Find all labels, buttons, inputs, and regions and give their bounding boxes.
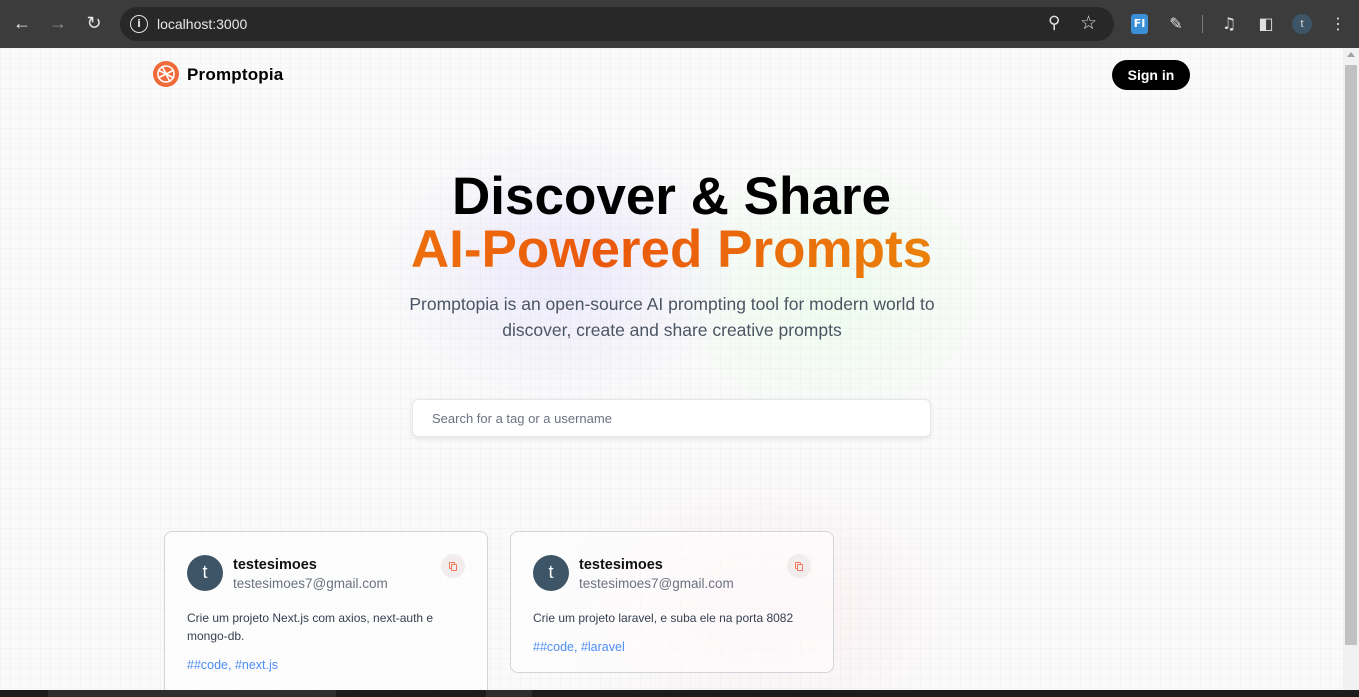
taskbar-item[interactable] <box>48 690 336 697</box>
card-username[interactable]: testesimoes <box>233 557 317 573</box>
scroll-thumb[interactable] <box>1345 65 1357 645</box>
copy-icon-front <box>451 564 457 571</box>
page-viewport: Promptopia Sign in Discover & Share AI-P… <box>0 48 1343 690</box>
hero-title-highlight: AI-Powered Prompts <box>0 221 1343 279</box>
scroll-up-arrow-icon[interactable] <box>1347 52 1355 57</box>
copy-button[interactable] <box>787 554 811 578</box>
os-taskbar <box>0 690 1359 697</box>
search-form <box>412 399 931 437</box>
media-icon[interactable]: ♫ <box>1219 14 1239 34</box>
info-icon[interactable]: i <box>130 15 148 33</box>
card-tags[interactable]: ##code, #next.js <box>187 658 278 672</box>
address-bar[interactable]: i localhost:3000 ⚲ ☆ <box>120 7 1114 41</box>
extension-fi-icon[interactable]: FI <box>1131 14 1148 34</box>
card-prompt-text: Crie um projeto laravel, e suba ele na p… <box>533 611 794 625</box>
copy-button[interactable] <box>441 554 465 578</box>
extension-icon[interactable]: ✎ <box>1166 14 1186 34</box>
card-email: testesimoes7@gmail.com <box>579 576 734 591</box>
back-icon[interactable]: ← <box>10 11 34 35</box>
browser-toolbar: ← → ↻ i localhost:3000 ⚲ ☆ FI ✎ ♫ ◧ t ⋮ <box>0 0 1359 48</box>
search-input[interactable] <box>413 400 930 436</box>
card-username[interactable]: testesimoes <box>579 557 663 573</box>
toolbar-divider <box>1202 15 1203 33</box>
star-icon[interactable]: ☆ <box>1080 12 1097 34</box>
scrollbar[interactable] <box>1343 48 1359 690</box>
card-tags[interactable]: ##code, #laravel <box>533 640 625 654</box>
card-prompt-text: Crie um projeto Next.js com axios, next-… <box>187 611 434 643</box>
hero-description: Promptopia is an open-source AI promptin… <box>409 294 935 340</box>
hero-title: Discover & Share <box>452 167 891 226</box>
card-email: testesimoes7@gmail.com <box>233 576 388 591</box>
sign-in-button[interactable]: Sign in <box>1112 60 1190 90</box>
copy-icon-front <box>797 564 803 571</box>
forward-icon[interactable]: → <box>46 11 70 35</box>
zoom-icon[interactable]: ⚲ <box>1048 13 1060 33</box>
sidebar-icon[interactable]: ◧ <box>1256 14 1276 34</box>
avatar[interactable]: t <box>187 555 223 591</box>
logo-text[interactable]: Promptopia <box>187 65 283 85</box>
prompt-card: t testesimoes testesimoes7@gmail.com Cri… <box>164 531 488 690</box>
avatar[interactable]: t <box>533 555 569 591</box>
profile-avatar[interactable]: t <box>1292 14 1312 34</box>
logo-icon[interactable] <box>152 60 180 88</box>
url-text[interactable]: localhost:3000 <box>157 16 247 32</box>
reload-icon[interactable]: ↻ <box>82 11 106 35</box>
taskbar-item[interactable] <box>486 690 532 697</box>
menu-icon[interactable]: ⋮ <box>1328 14 1348 34</box>
prompt-card: t testesimoes testesimoes7@gmail.com Cri… <box>510 531 834 673</box>
